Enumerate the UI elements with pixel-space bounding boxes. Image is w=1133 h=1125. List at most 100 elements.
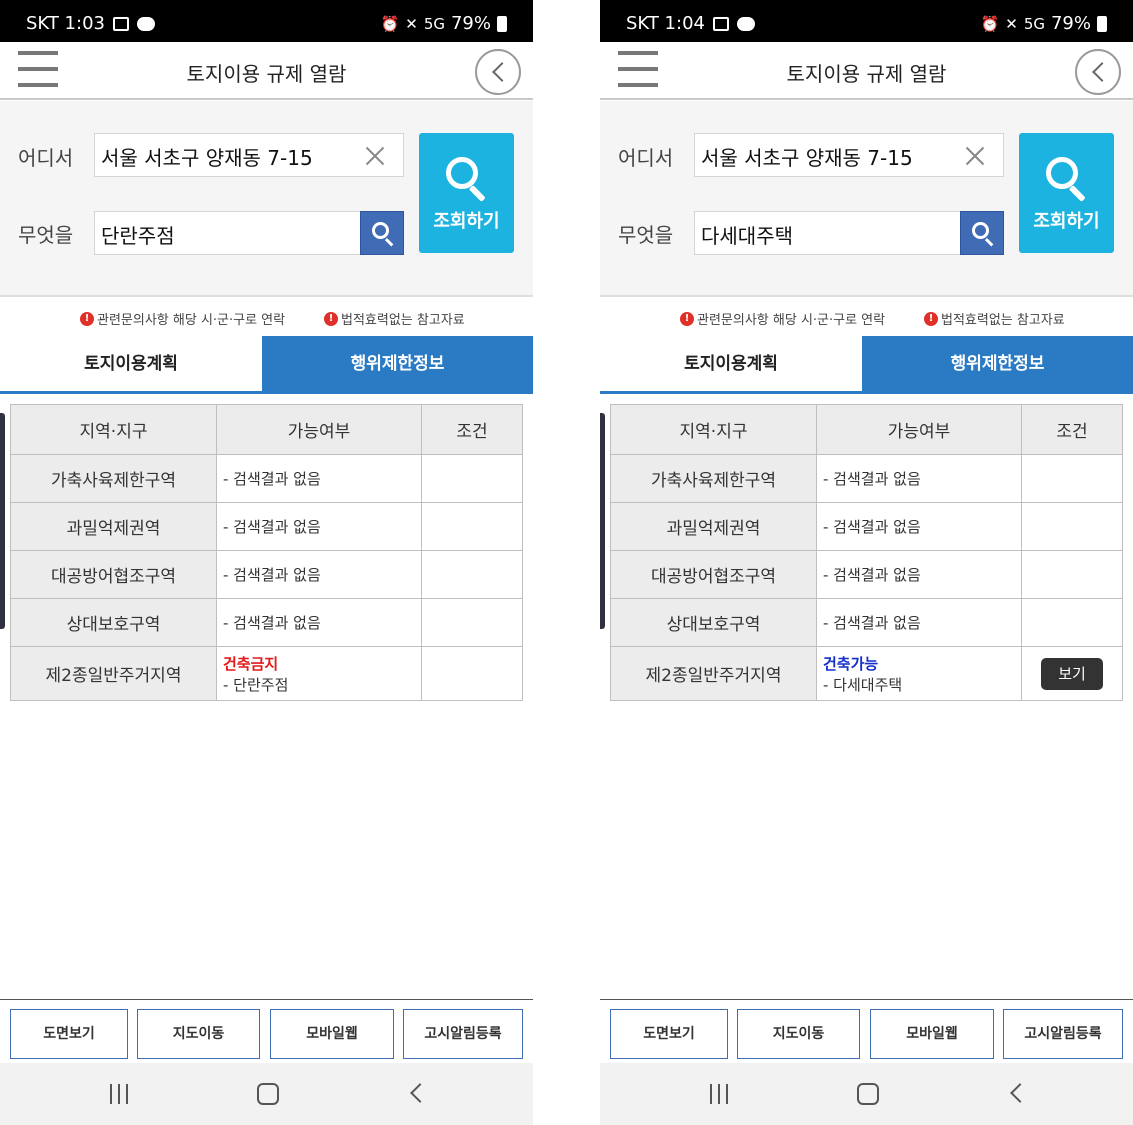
- status-right: ⏰ ✕ 5G 79%: [381, 13, 507, 34]
- map-move-button[interactable]: 지도이동: [137, 1009, 260, 1059]
- back-icon[interactable]: [475, 49, 521, 95]
- where-input[interactable]: 서울 서초구 양재동 7-15: [694, 133, 1004, 177]
- page-title: 토지이용 규제 열람: [786, 62, 947, 86]
- side-drawer-handle[interactable]: [0, 413, 5, 629]
- condition-cell: 보기: [1021, 646, 1123, 701]
- table-row: 대공방어협조구역 - 검색결과 없음: [10, 550, 523, 599]
- mobile-web-button[interactable]: 모바일웹: [870, 1009, 994, 1059]
- screen-left: SKT 1:03 ⏰ ✕ 5G 79% 토지이용 규제 열람 어디서 서울 서초…: [0, 0, 533, 1125]
- notice-text: 관련문의사항 해당 시·군·구로 연락: [697, 313, 886, 328]
- battery-text: 79%: [1050, 13, 1091, 34]
- notice-row: ! 관련문의사항 해당 시·군·구로 연락 ! 법적효력없는 참고자료: [600, 307, 1133, 331]
- zone-cell: 대공방어협조구역: [10, 550, 217, 599]
- signal-label: 5G: [1023, 14, 1045, 33]
- what-input[interactable]: 다세대주택: [694, 211, 1004, 255]
- search-icon[interactable]: [960, 211, 1004, 255]
- condition-cell: [1021, 454, 1123, 503]
- drawing-view-button[interactable]: 도면보기: [10, 1009, 128, 1059]
- side-drawer-handle[interactable]: [600, 413, 605, 629]
- column-header: 지역·지구: [10, 404, 217, 455]
- system-nav-bar: [600, 1063, 1133, 1125]
- page-title: 토지이용 규제 열람: [186, 62, 347, 86]
- warning-icon: !: [80, 311, 94, 326]
- result-cell: - 검색결과 없음: [816, 454, 1022, 503]
- nav-home-icon[interactable]: [857, 1083, 879, 1105]
- system-nav-bar: [0, 1063, 533, 1125]
- where-label: 어디서: [18, 146, 74, 170]
- bottom-button-bar: 도면보기 지도이동 모바일웹 고시알림등록: [600, 999, 1133, 1063]
- warning-icon: !: [924, 311, 938, 326]
- mobile-web-button[interactable]: 모바일웹: [270, 1009, 394, 1059]
- tab-restriction-info[interactable]: 행위제한정보: [262, 336, 533, 394]
- result-cell: 건축가능 - 다세대주택: [816, 646, 1022, 701]
- table-row: 상대보호구역 - 검색결과 없음: [10, 598, 523, 647]
- what-input[interactable]: 단란주점: [94, 211, 404, 255]
- result-cell: - 검색결과 없음: [216, 550, 422, 599]
- result-cell: 건축금지 - 단란주점: [216, 646, 422, 701]
- gallery-icon: [112, 16, 129, 31]
- notice-text: 법적효력없는 참고자료: [341, 313, 465, 328]
- zone-cell: 상대보호구역: [10, 598, 217, 647]
- column-header: 가능여부: [216, 404, 422, 455]
- bottom-button-bar: 도면보기 지도이동 모바일웹 고시알림등록: [0, 999, 533, 1063]
- clear-icon[interactable]: [963, 144, 987, 168]
- app-header: 토지이용 규제 열람: [0, 42, 533, 100]
- table-header-row: 지역·지구 가능여부 조건: [10, 404, 523, 455]
- table-row: 과밀억제권역 - 검색결과 없음: [10, 502, 523, 551]
- column-header: 지역·지구: [610, 404, 817, 455]
- where-value: 서울 서초구 양재동 7-15: [101, 146, 313, 170]
- clear-icon[interactable]: [363, 144, 387, 168]
- where-value: 서울 서초구 양재동 7-15: [701, 146, 913, 170]
- status-bar: SKT 1:04 ⏰ ✕ 5G 79%: [600, 0, 1133, 42]
- tab-land-use-plan[interactable]: 토지이용계획: [0, 336, 262, 394]
- back-icon[interactable]: [1075, 49, 1121, 95]
- mute-icon: ✕: [405, 14, 418, 33]
- column-header: 조건: [1021, 404, 1123, 455]
- nav-back-icon[interactable]: [1010, 1083, 1030, 1103]
- notice-alert-button[interactable]: 고시알림등록: [403, 1009, 523, 1059]
- tab-restriction-info[interactable]: 행위제한정보: [862, 336, 1133, 394]
- drawing-view-button[interactable]: 도면보기: [610, 1009, 728, 1059]
- status-time: SKT 1:04: [626, 13, 705, 34]
- gallery-icon: [712, 16, 729, 31]
- alarm-icon: ⏰: [980, 14, 1000, 33]
- nav-recent-icon[interactable]: [108, 1084, 130, 1104]
- zone-cell: 과밀억제권역: [610, 502, 817, 551]
- zone-cell: 과밀억제권역: [10, 502, 217, 551]
- nav-recent-icon[interactable]: [708, 1084, 730, 1104]
- use-text: - 다세대주택: [823, 675, 903, 694]
- alarm-icon: ⏰: [380, 14, 400, 33]
- table-row: 가축사육제한구역 - 검색결과 없음: [610, 454, 1123, 503]
- zone-cell: 상대보호구역: [610, 598, 817, 647]
- result-cell: - 검색결과 없음: [216, 454, 422, 503]
- notice-alert-button[interactable]: 고시알림등록: [1003, 1009, 1123, 1059]
- nav-back-icon[interactable]: [410, 1083, 430, 1103]
- query-button[interactable]: 조회하기: [1019, 133, 1114, 253]
- view-condition-button[interactable]: 보기: [1041, 657, 1103, 690]
- nav-home-icon[interactable]: [257, 1083, 279, 1105]
- zone-cell: 제2종일반주거지역: [610, 646, 817, 701]
- column-header: 가능여부: [816, 404, 1022, 455]
- signal-label: 5G: [423, 14, 445, 33]
- status-bar: SKT 1:03 ⏰ ✕ 5G 79%: [0, 0, 533, 42]
- condition-cell: [421, 646, 523, 701]
- status-left: SKT 1:04: [626, 13, 755, 34]
- query-button[interactable]: 조회하기: [419, 133, 514, 253]
- where-input[interactable]: 서울 서초구 양재동 7-15: [94, 133, 404, 177]
- notice-reference: ! 법적효력없는 참고자료: [924, 309, 1065, 328]
- where-label: 어디서: [618, 146, 674, 170]
- result-cell: - 검색결과 없음: [216, 598, 422, 647]
- result-table: 지역·지구 가능여부 조건 가축사육제한구역 - 검색결과 없음 과밀억제권역 …: [10, 404, 523, 701]
- condition-cell: [421, 550, 523, 599]
- search-icon[interactable]: [360, 211, 404, 255]
- condition-cell: [421, 598, 523, 647]
- table-row: 제2종일반주거지역 건축금지 - 단란주점: [10, 646, 523, 701]
- tab-land-use-plan[interactable]: 토지이용계획: [600, 336, 862, 394]
- mute-icon: ✕: [1005, 14, 1018, 33]
- battery-icon: [1097, 15, 1107, 32]
- what-value: 다세대주택: [701, 224, 793, 248]
- map-move-button[interactable]: 지도이동: [737, 1009, 860, 1059]
- result-table: 지역·지구 가능여부 조건 가축사육제한구역 - 검색결과 없음 과밀억제권역 …: [610, 404, 1123, 701]
- notice-text: 법적효력없는 참고자료: [941, 313, 1065, 328]
- tab-bar: 토지이용계획 행위제한정보: [0, 336, 533, 394]
